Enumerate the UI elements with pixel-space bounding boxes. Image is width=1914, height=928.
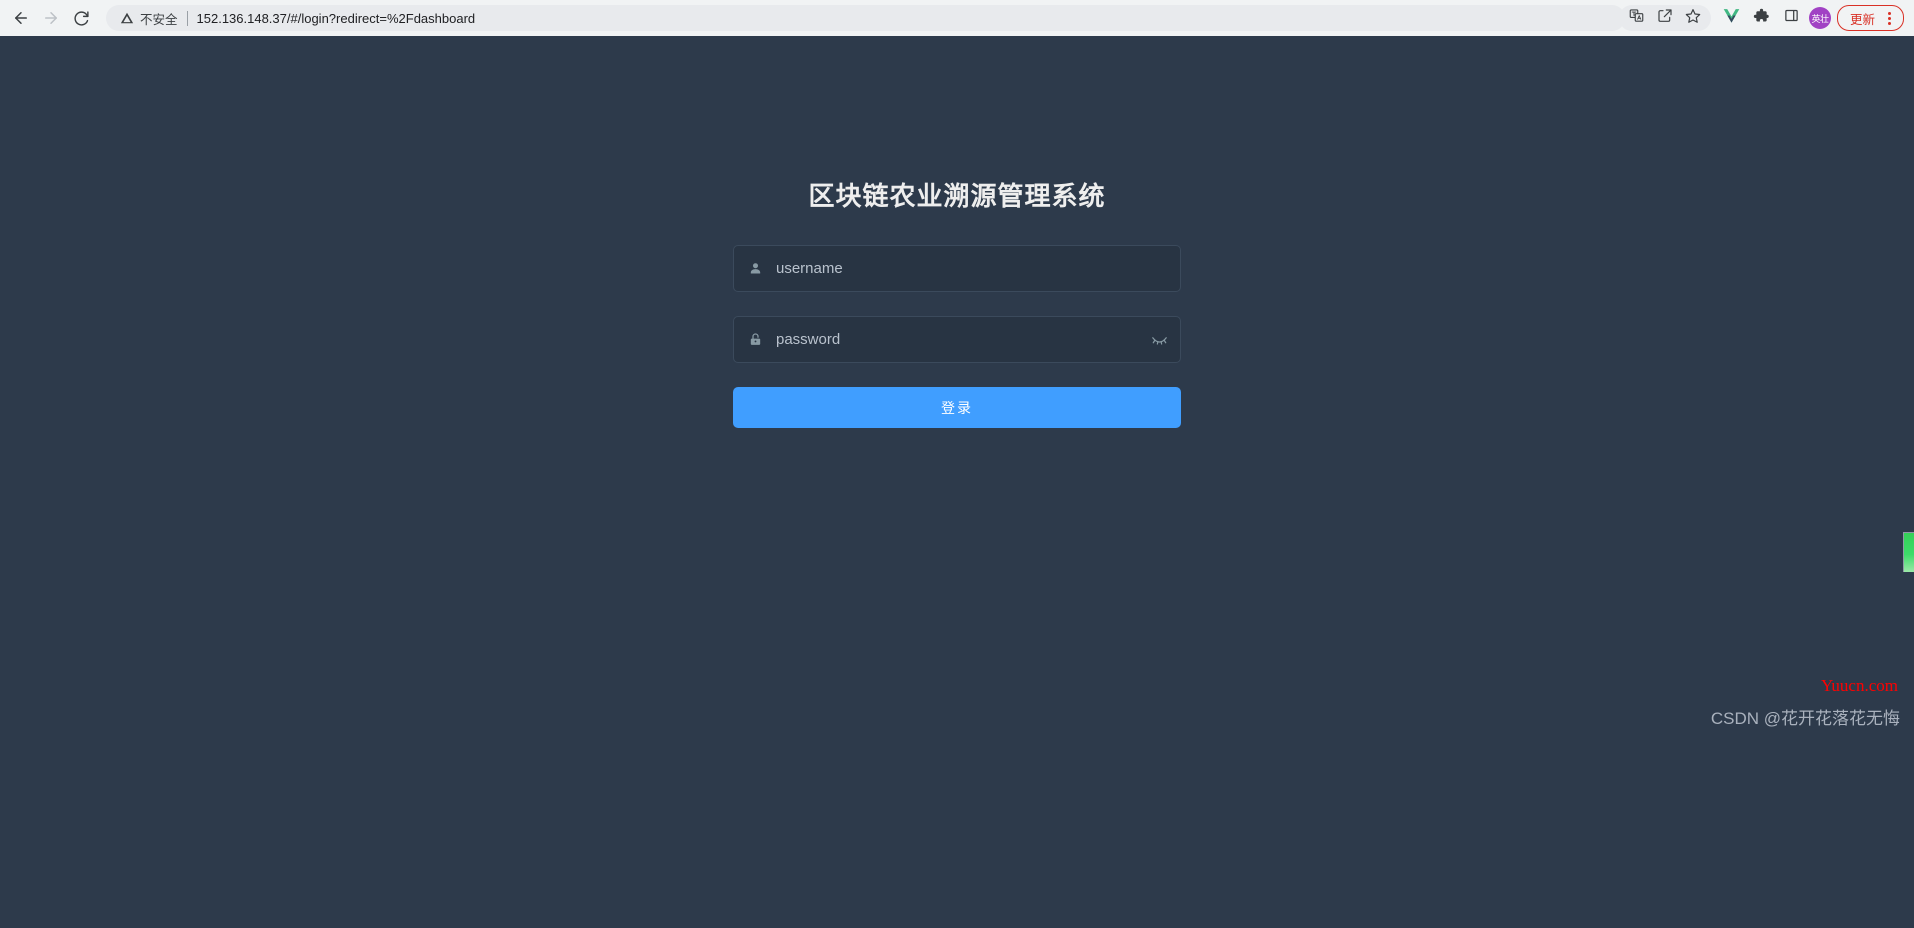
password-field[interactable] [733, 316, 1181, 363]
green-edge-indicator[interactable] [1903, 532, 1914, 572]
bookmark-button[interactable] [1679, 5, 1707, 31]
login-submit-button[interactable]: 登录 [733, 387, 1181, 428]
omnibox-divider [186, 10, 188, 26]
omnibox-actions [1618, 5, 1711, 31]
login-form: 区块链农业溯源管理系统 username 登录 [733, 176, 1181, 428]
back-button[interactable] [6, 3, 36, 33]
side-panel-button[interactable] [1777, 3, 1807, 33]
reload-icon [73, 10, 90, 27]
side-panel-icon [1784, 8, 1799, 28]
site-watermark: Yuucn.com [1821, 676, 1898, 695]
address-bar[interactable]: 不安全 152.136.148.37/#/login?redirect=%2Fd… [106, 5, 1625, 31]
user-icon [734, 261, 776, 276]
url-text: 152.136.148.37/#/login?redirect=%2Fdashb… [196, 10, 476, 26]
reload-button[interactable] [66, 3, 96, 33]
translate-button[interactable] [1623, 5, 1651, 31]
browser-toolbar: 不安全 152.136.148.37/#/login?redirect=%2Fd… [0, 0, 1914, 36]
forward-button[interactable] [36, 3, 66, 33]
translate-icon [1629, 8, 1644, 28]
extension-icons: 英壮 更新 [1717, 3, 1908, 33]
share-button[interactable] [1651, 5, 1679, 31]
profile-avatar[interactable]: 英壮 [1808, 7, 1831, 29]
update-button[interactable]: 更新 [1836, 5, 1904, 31]
not-secure-label: 不安全 [140, 12, 178, 27]
password-input[interactable] [776, 317, 1138, 362]
share-icon [1657, 8, 1673, 29]
kebab-menu-icon[interactable] [1881, 11, 1897, 25]
login-page: 区块链农业溯源管理系统 username 登录 Yuucn.com CSDN @… [0, 36, 1914, 928]
page-title: 区块链农业溯源管理系统 [808, 181, 1106, 211]
vue-devtools-button[interactable] [1717, 3, 1747, 33]
author-watermark: CSDN @花开花落花无悔 [1710, 709, 1900, 728]
lock-icon [734, 332, 776, 347]
eye-closed-icon[interactable] [1138, 333, 1180, 346]
username-field[interactable] [733, 245, 1181, 292]
extensions-button[interactable] [1747, 3, 1777, 33]
username-input[interactable] [776, 246, 1180, 291]
forward-arrow-icon [42, 9, 60, 27]
not-secure-warning-icon [120, 11, 134, 25]
extensions-puzzle-icon [1753, 7, 1770, 29]
vue-devtools-icon [1723, 7, 1740, 29]
bookmark-star-icon [1685, 8, 1701, 29]
update-label: 更新 [1849, 12, 1875, 27]
back-arrow-icon [12, 9, 30, 27]
